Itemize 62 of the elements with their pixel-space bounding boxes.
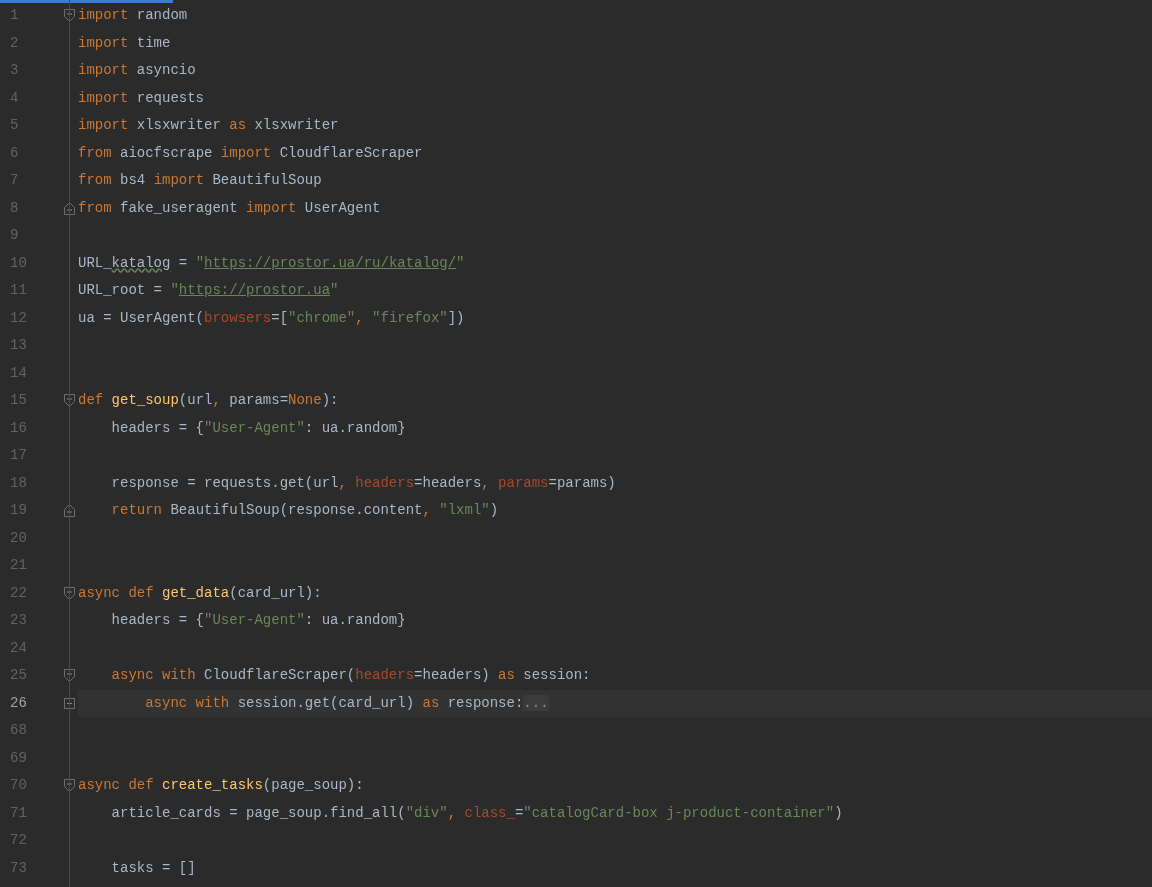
code-line: ua = UserAgent(browsers=["chrome", "firefox"]) <box>78 308 465 328</box>
code-line: def get_soup(url, params=None): <box>78 391 339 411</box>
line-number: 26 <box>9 693 28 713</box>
line-number: 10 <box>9 253 28 273</box>
code-line: import asyncio <box>78 61 196 81</box>
line-number: 18 <box>9 473 28 493</box>
fold-icon[interactable] <box>64 779 75 793</box>
expand-icon[interactable] <box>64 697 75 709</box>
line-number: 17 <box>9 446 28 466</box>
line-number: 1 <box>9 6 20 26</box>
line-number: 71 <box>9 803 28 823</box>
line-number: 4 <box>9 88 20 108</box>
line-number: 9 <box>9 226 20 246</box>
line-number: 7 <box>9 171 20 191</box>
line-number: 5 <box>9 116 20 136</box>
line-number: 70 <box>9 776 28 796</box>
code-line: URL_root = "https://prostor.ua" <box>78 281 339 301</box>
code-line: from fake_useragent import UserAgent <box>78 198 381 218</box>
fold-icon[interactable] <box>64 669 75 683</box>
code-line: async with CloudflareScraper(headers=headers) as session: <box>110 666 591 686</box>
code-line: response = requests.get(url, headers=headers, params=params) <box>110 473 616 493</box>
code-line: async def create_tasks(page_soup): <box>78 776 364 796</box>
code-line: import random <box>78 6 188 26</box>
code-line: return BeautifulSoup(response.content, "lxml") <box>110 501 499 521</box>
code-line: import requests <box>78 88 205 108</box>
fold-icon[interactable] <box>64 586 75 600</box>
line-number: 13 <box>9 336 28 356</box>
line-number: 24 <box>9 638 28 658</box>
line-number: 20 <box>9 528 28 548</box>
code-line: headers = {"User-Agent": ua.random} <box>110 611 406 631</box>
fold-icon[interactable] <box>64 201 75 215</box>
code-line: article_cards = page_soup.find_all("div", class_="catalogCard-box j-product-container") <box>110 803 843 823</box>
code-line: async def get_data(card_url): <box>78 583 322 603</box>
line-number: 16 <box>9 418 28 438</box>
code-line: import time <box>78 33 171 53</box>
line-number: 6 <box>9 143 20 163</box>
line-number: 3 <box>9 61 20 81</box>
fold-icon[interactable] <box>64 394 75 408</box>
line-number: 11 <box>9 281 28 301</box>
line-number: 15 <box>9 391 28 411</box>
line-number: 73 <box>9 858 28 878</box>
line-number: 14 <box>9 363 28 383</box>
line-number: 21 <box>9 556 28 576</box>
fold-icon[interactable] <box>64 504 75 518</box>
code-line: tasks = [] <box>110 858 196 878</box>
fold-icon[interactable] <box>64 9 75 23</box>
line-number: 69 <box>9 748 28 768</box>
line-number: 2 <box>9 33 20 53</box>
code-line: headers = {"User-Agent": ua.random} <box>110 418 406 438</box>
code-line: from aiocfscrape import CloudflareScraper <box>78 143 423 163</box>
line-number: 22 <box>9 583 28 603</box>
code-line: URL_katalog = "https://prostor.ua/ru/katalog/" <box>78 253 465 273</box>
line-number: 68 <box>9 721 28 741</box>
line-number: 72 <box>9 831 28 851</box>
code-line: from bs4 import BeautifulSoup <box>78 171 322 191</box>
line-number: 12 <box>9 308 28 328</box>
line-number: 25 <box>9 666 28 686</box>
code-line: import xlsxwriter as xlsxwriter <box>78 116 339 136</box>
code-line: async with session.get(card_url) as response:... <box>144 693 549 713</box>
line-number: 23 <box>9 611 28 631</box>
line-number: 8 <box>9 198 20 218</box>
line-number: 19 <box>9 501 28 521</box>
